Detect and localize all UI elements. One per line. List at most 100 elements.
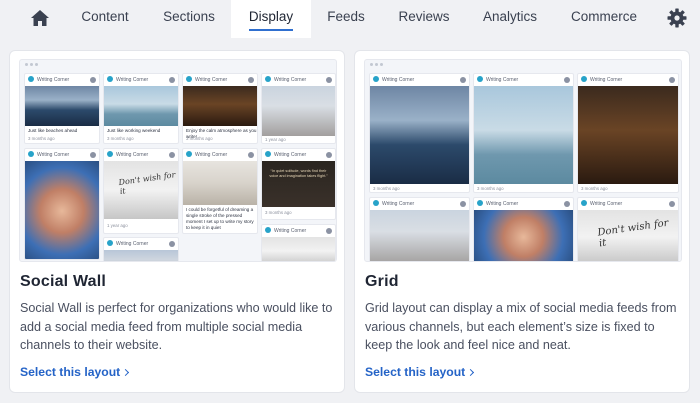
grid-card[interactable]: Writing Corner 3 months ago Writing Corn… (354, 50, 690, 393)
platform-icon (460, 201, 466, 207)
account-name: Writing Corner (382, 77, 415, 83)
post-image-kids (474, 210, 573, 261)
platform-icon (169, 241, 175, 247)
post-caption: Just like beaches ahead (28, 128, 78, 133)
post-time: 3 months ago (373, 186, 400, 191)
tab-feeds-label: Feeds (327, 9, 365, 24)
avatar (265, 75, 271, 82)
select-layout-label: Select this layout (365, 365, 466, 379)
platform-icon (326, 228, 332, 234)
post-image-sunset (25, 86, 99, 126)
select-layout-label: Select this layout (20, 365, 121, 379)
chevron-right-icon (122, 368, 130, 377)
post-image-handwriting: Don't wish for it (104, 161, 178, 219)
layout-description: Social Wall is perfect for organizations… (20, 301, 333, 352)
tab-content[interactable]: Content (68, 0, 142, 38)
tab-content-label: Content (81, 9, 129, 24)
post-image-restaurant (183, 86, 257, 126)
avatar (107, 239, 113, 246)
platform-icon (564, 201, 570, 207)
select-layout-link[interactable]: Select this layout (365, 365, 475, 379)
account-name: Writing Corner (486, 77, 519, 83)
post-image-beach (474, 86, 573, 184)
post-time: 3 months ago (581, 186, 608, 191)
top-navigation: Content Sections Display Feeds Reviews A… (0, 0, 700, 38)
post-time: 1 year ago (265, 137, 286, 142)
account-name: Writing Corner (274, 152, 307, 158)
grid-post[interactable]: Writing Corner (473, 197, 574, 261)
wall-post[interactable]: Writing Corner (103, 237, 179, 261)
post-image-restaurant (578, 86, 678, 184)
home-icon[interactable] (30, 9, 50, 27)
avatar (477, 199, 483, 206)
tab-reviews-label: Reviews (398, 9, 450, 24)
tab-commerce-label: Commerce (570, 9, 637, 24)
post-time: 3 months ago (107, 136, 134, 141)
tab-sections[interactable]: Sections (150, 0, 228, 38)
post-time: 3 months ago (477, 186, 504, 191)
post-image-balloons (262, 86, 335, 136)
account-name: Writing Corner (590, 201, 623, 207)
post-caption: Just like working weekend (107, 128, 161, 133)
active-tab-underline (249, 29, 293, 31)
post-image-laptop (183, 161, 257, 205)
wall-post[interactable]: Writing Corner Don't wish for it 1 year … (103, 148, 179, 234)
wall-post[interactable]: Writing Corner I could be forgetful of d… (182, 148, 258, 234)
account-name: Writing Corner (195, 152, 228, 158)
tab-analytics[interactable]: Analytics (472, 0, 548, 38)
post-image-handwriting: Don't wish for it (578, 210, 678, 261)
tab-commerce[interactable]: Commerce (560, 0, 648, 38)
platform-icon (169, 152, 175, 158)
grid-preview: Writing Corner 3 months ago Writing Corn… (364, 59, 682, 262)
avatar (581, 75, 587, 82)
platform-icon (326, 152, 332, 158)
grid-post[interactable]: Writing Corner 3 months ago (369, 73, 470, 193)
layout-description: Grid layout can display a mix of social … (365, 301, 677, 352)
layout-title: Social Wall (20, 273, 107, 290)
post-time: 3 months ago (265, 210, 292, 215)
platform-icon (460, 77, 466, 83)
post-image-beach (104, 86, 178, 126)
account-name: Writing Corner (116, 77, 149, 83)
wall-post[interactable]: Writing Corner Just like working weekend… (103, 73, 179, 144)
tab-sections-label: Sections (163, 9, 215, 24)
gear-icon[interactable] (667, 8, 687, 28)
avatar (581, 199, 587, 206)
handwriting-text: Don't wish for it (596, 217, 670, 250)
tab-reviews[interactable]: Reviews (388, 0, 460, 38)
wall-post[interactable]: Writing Corner 1 year ago (261, 73, 336, 144)
account-name: Writing Corner (116, 152, 149, 158)
account-name: Writing Corner (382, 201, 415, 207)
avatar (477, 75, 483, 82)
window-dots (25, 63, 40, 69)
window-dots (370, 63, 385, 69)
tab-display[interactable]: Display (231, 0, 311, 38)
account-name: Writing Corner (274, 77, 307, 83)
post-caption: I could be forgetful of dreaming a singl… (186, 207, 254, 230)
post-time: 3 months ago (186, 136, 213, 141)
post-image-sunset (370, 86, 469, 184)
avatar (186, 150, 192, 157)
avatar (28, 150, 34, 157)
platform-icon (669, 77, 675, 83)
wall-post[interactable]: Writing Corner Just like beaches ahead 3… (24, 73, 100, 144)
avatar (265, 226, 271, 233)
wall-post[interactable]: Writing Corner “In quiet solitude, words… (261, 148, 336, 220)
select-layout-link[interactable]: Select this layout (20, 365, 130, 379)
avatar (28, 75, 34, 82)
tab-analytics-label: Analytics (482, 9, 538, 24)
grid-post[interactable]: Writing Corner 3 months ago (577, 73, 679, 193)
grid-post[interactable]: Writing Corner (369, 197, 470, 261)
chevron-right-icon (467, 368, 475, 377)
account-name: Writing Corner (486, 201, 519, 207)
social-wall-card[interactable]: Writing Corner Just like beaches ahead 3… (9, 50, 345, 393)
wall-post[interactable]: Writing Corner (261, 224, 336, 261)
grid-post[interactable]: Writing Corner 3 months ago (473, 73, 574, 193)
grid-post[interactable]: Writing Corner Don't wish for it (577, 197, 679, 261)
wall-post[interactable]: Writing Corner Enjoy the calm atmosphere… (182, 73, 258, 144)
platform-icon (326, 77, 332, 83)
post-image-quote: “In quiet solitude, words find their voi… (262, 161, 335, 207)
wall-post[interactable]: Writing Corner (24, 148, 100, 260)
tab-feeds[interactable]: Feeds (314, 0, 378, 38)
post-image-balloons (104, 250, 178, 261)
